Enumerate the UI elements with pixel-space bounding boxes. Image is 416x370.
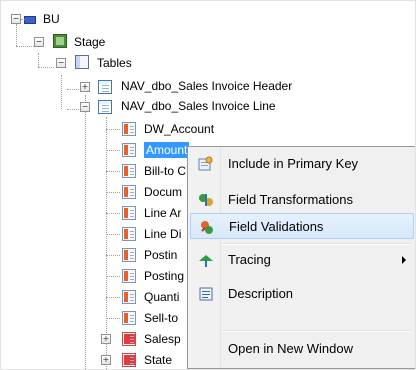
validation-icon <box>199 219 215 235</box>
field-node[interactable]: Quanti <box>144 289 179 305</box>
menu-item-tracing[interactable]: Tracing <box>190 247 414 273</box>
menu-item-include-primary-key[interactable]: Include in Primary Key <box>190 151 414 177</box>
field-icon <box>122 248 136 262</box>
field-icon <box>122 353 136 367</box>
collapse-toggle-tables[interactable]: − <box>56 58 66 68</box>
field-node[interactable]: Postin <box>144 247 177 263</box>
collapse-toggle-stage[interactable]: − <box>34 37 44 47</box>
menu-item-label: Include in Primary Key <box>228 156 359 171</box>
field-node[interactable]: Line Ar <box>144 205 181 221</box>
menu-item-label: Description <box>228 286 294 301</box>
field-icon <box>122 332 136 346</box>
menu-separator <box>222 243 412 245</box>
menu-item-label: Field Validations <box>229 219 324 234</box>
tracing-icon <box>198 252 214 268</box>
menu-item-field-validations[interactable]: Field Validations <box>190 213 414 239</box>
transform-icon <box>198 192 214 208</box>
server-icon <box>24 16 36 24</box>
field-node[interactable]: Bill-to C <box>144 163 186 179</box>
field-node[interactable]: Docum <box>144 184 182 200</box>
collapse-toggle-line-table[interactable]: − <box>80 102 90 112</box>
field-node[interactable]: Line Di <box>144 226 181 242</box>
menu-item-open-new-window[interactable]: Open in New Window <box>190 336 414 362</box>
field-icon <box>122 227 136 241</box>
field-node[interactable]: Posting <box>144 268 184 284</box>
table-icon <box>98 80 112 94</box>
field-icon <box>122 269 136 283</box>
menu-item-label: Tracing <box>228 252 271 267</box>
tree-node-tables[interactable]: Tables <box>97 55 132 71</box>
tree-view: − BU − Stage − Tables + NAV_dbo_Sales In… <box>0 0 416 370</box>
field-icon <box>122 143 136 157</box>
tree-node-line-table[interactable]: NAV_dbo_Sales Invoice Line <box>121 98 276 114</box>
menu-item-label: Field Transformations <box>228 192 353 207</box>
expand-toggle-salesp[interactable]: + <box>101 334 111 344</box>
description-icon <box>198 286 214 302</box>
table-icon <box>98 100 112 114</box>
collapse-toggle-bu[interactable]: − <box>11 14 21 24</box>
tree-node-bu[interactable]: BU <box>43 11 60 27</box>
field-icon <box>122 290 136 304</box>
tree-node-header-table[interactable]: NAV_dbo_Sales Invoice Header <box>121 78 292 94</box>
field-icon <box>122 185 136 199</box>
submenu-arrow-icon <box>402 256 406 264</box>
menu-item-label: Open in New Window <box>228 341 353 356</box>
tables-folder-icon <box>75 55 89 69</box>
menu-separator <box>222 330 412 332</box>
field-icon <box>122 122 136 136</box>
expand-toggle-header-table[interactable]: + <box>80 82 90 92</box>
field-icon <box>122 164 136 178</box>
field-node[interactable]: State <box>144 352 172 368</box>
field-node[interactable]: DW_Account <box>144 121 214 137</box>
field-node-selected[interactable]: Amount <box>144 142 190 158</box>
stage-icon <box>53 34 67 48</box>
expand-toggle-state[interactable]: + <box>101 355 111 365</box>
field-node[interactable]: Salesp <box>144 331 181 347</box>
tree-node-stage[interactable]: Stage <box>74 34 105 50</box>
menu-item-description[interactable]: Description <box>190 281 414 307</box>
field-node[interactable]: Sell-to <box>144 310 178 326</box>
field-icon <box>122 206 136 220</box>
menu-item-field-transformations[interactable]: Field Transformations <box>190 187 414 213</box>
context-menu: Include in Primary Key Field Transformat… <box>187 146 415 369</box>
key-icon <box>198 156 214 172</box>
field-icon <box>122 311 136 325</box>
